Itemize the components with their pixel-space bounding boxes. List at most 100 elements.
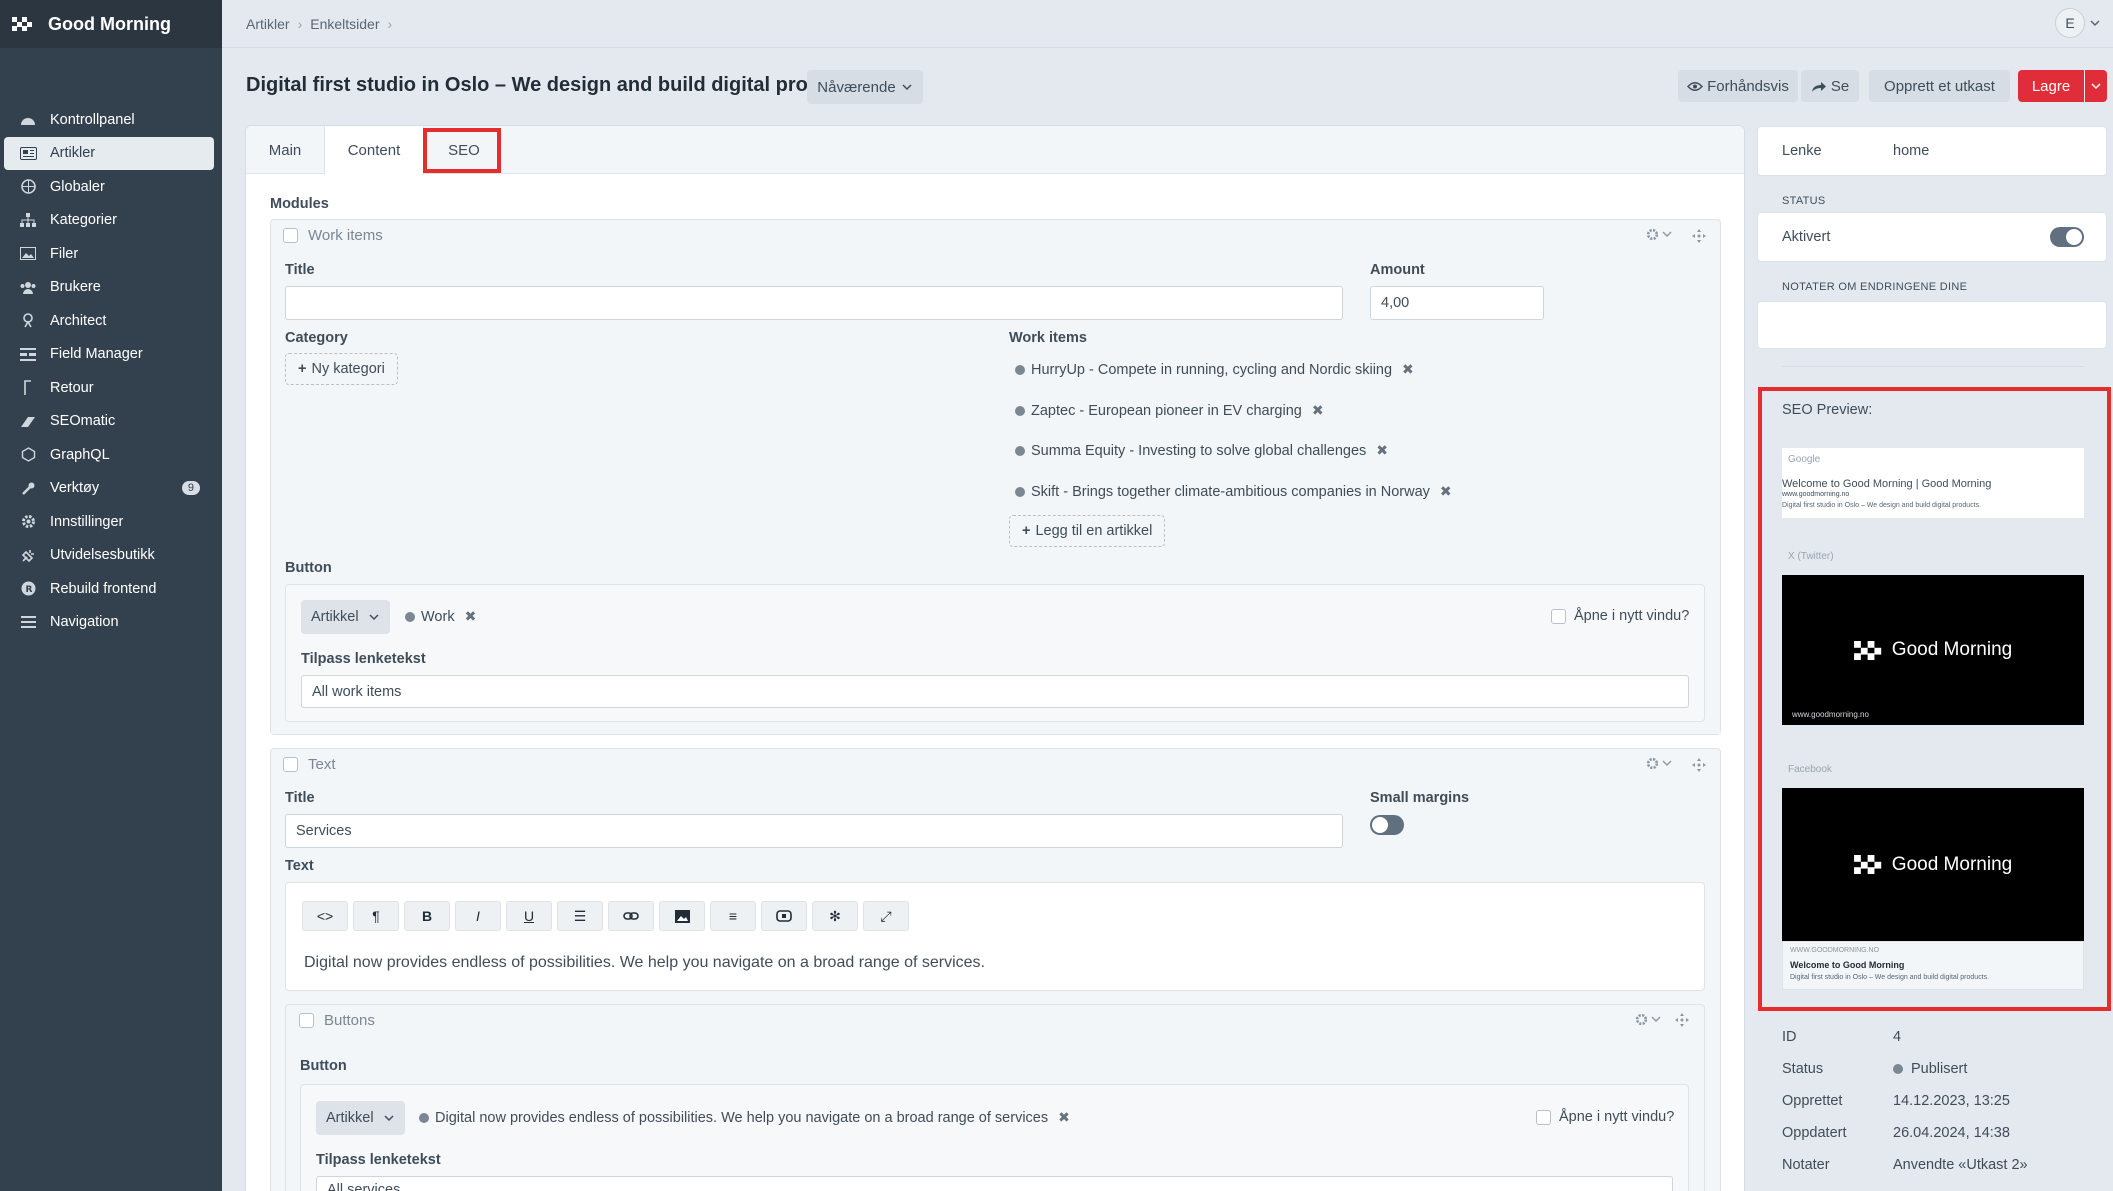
custom-text-input[interactable]: All services [316,1176,1673,1191]
meta-notes-value: Anvendte «Utkast 2» [1893,1157,2028,1173]
sidebar-item-innstillinger[interactable]: Innstillinger [4,505,214,539]
preview-label: Forhåndsvis [1707,77,1789,95]
save-options-button[interactable] [2085,70,2107,102]
modules-label: Modules [270,196,329,212]
save-button[interactable]: Lagre [2018,70,2084,102]
view-button[interactable]: Se [1801,70,1859,102]
sidebar-item-graphql[interactable]: GraphQL [4,438,214,472]
sidebar-item-navigation[interactable]: Navigation [4,606,214,640]
rich-text-body[interactable]: Digital now provides endless of possibil… [304,954,985,972]
remove-icon[interactable]: ✖ [1376,442,1388,459]
list-icon[interactable]: ☰ [557,901,603,931]
fullscreen-icon[interactable]: ⤢ [863,901,909,931]
remove-icon[interactable]: ✖ [465,608,477,625]
block-header: Text [283,749,336,779]
status-text: Publisert [1911,1061,1968,1077]
code-icon[interactable]: <> [302,901,348,931]
seo-tab-highlight [423,128,501,173]
link-type-select[interactable]: Artikkel [301,600,390,634]
new-window-checkbox[interactable] [1551,608,1566,624]
create-draft-button[interactable]: Opprett et utkast [1869,70,2010,102]
add-article-button[interactable]: + Legg til en artikkel [1009,515,1166,547]
new-window-option[interactable]: Åpne i nytt vindu? [1536,1109,1674,1125]
revision-select[interactable]: Nåværende [807,70,923,104]
notes-textarea[interactable] [1757,301,2107,349]
sidebar-item-seomatic[interactable]: SEOmatic [4,405,214,439]
underline-icon[interactable]: U [506,901,552,931]
seo-preview-highlight [1758,387,2111,1011]
sidebar-item-verktoy[interactable]: Verktøy 9 [4,472,214,506]
related-entry[interactable]: Skift - Brings together climate-ambitiou… [1015,483,1452,500]
amount-input[interactable]: 4,00 [1370,286,1544,320]
related-entry[interactable]: Summa Equity - Investing to solve global… [1015,442,1388,459]
link-type-select[interactable]: Artikkel [316,1101,405,1135]
enabled-toggle[interactable] [2050,227,2084,247]
sidebar-item-field-manager[interactable]: Field Manager [4,338,214,372]
select-checkbox[interactable] [283,756,298,772]
new-window-checkbox[interactable] [1536,1109,1551,1125]
small-margins-toggle[interactable] [1370,815,1404,835]
linked-entry[interactable]: Work ✖ [405,608,476,625]
block-header: Buttons [299,1005,375,1035]
remove-icon[interactable]: ✖ [1402,361,1414,378]
asterisk-icon[interactable]: ✻ [812,901,858,931]
sidebar-item-rebuild-frontend[interactable]: R Rebuild frontend [4,572,214,606]
rich-text-editor[interactable] [285,882,1705,991]
chevron-down-icon [2091,82,2101,89]
tab-content[interactable]: Content [324,126,424,175]
image-icon[interactable] [659,901,705,931]
title-input[interactable]: Services [285,814,1343,848]
link-value[interactable]: home [1893,143,1929,159]
link-icon[interactable] [608,901,654,931]
preview-button[interactable]: Forhåndsvis [1678,70,1798,102]
sidebar-item-label: Navigation [50,614,119,631]
sidebar-item-brukere[interactable]: Brukere [4,271,214,305]
custom-text-input[interactable]: All work items [301,675,1689,708]
paragraph-icon[interactable]: ¶ [353,901,399,931]
save-label: Lagre [2031,77,2071,95]
sidebar-item-retour[interactable]: Retour [4,371,214,405]
select-checkbox[interactable] [299,1012,314,1028]
sidebar-item-label: Verktøy [50,480,100,497]
align-icon[interactable]: ≡ [710,901,756,931]
title-input[interactable] [285,286,1343,320]
plus-icon: + [1022,523,1031,539]
sidebar-item-kontrollpanel[interactable]: Kontrollpanel [4,103,214,137]
sidebar-item-utvidelsesbutikk[interactable]: Utvidelsesbutikk [4,539,214,573]
chevron-down-icon [2090,20,2100,27]
remove-icon[interactable]: ✖ [1312,402,1324,419]
sidebar-item-filer[interactable]: Filer [4,237,214,271]
enabled-label: Aktivert [1782,229,1831,245]
remove-icon[interactable]: ✖ [1440,483,1452,500]
brand[interactable]: Good Morning [0,0,222,48]
sidebar-item-artikler[interactable]: Artikler [4,136,214,170]
user-menu[interactable]: E [2055,8,2101,38]
new-category-button[interactable]: + Ny kategori [285,353,398,385]
new-window-option[interactable]: Åpne i nytt vindu? [1551,608,1689,624]
move-icon[interactable] [1692,229,1706,243]
italic-icon[interactable]: I [455,901,501,931]
tab-main[interactable]: Main [246,126,324,174]
sidebar-item-label: Kontrollpanel [50,111,135,128]
entry-title: Zaptec - European pioneer in EV charging [1031,402,1302,419]
move-icon[interactable] [1675,1013,1689,1027]
related-entry[interactable]: HurryUp - Compete in running, cycling an… [1015,361,1414,378]
sidebar-item-kategorier[interactable]: Kategorier [4,204,214,238]
move-icon[interactable] [1692,758,1706,772]
related-entry[interactable]: Zaptec - European pioneer in EV charging… [1015,402,1324,419]
breadcrumb-artikler[interactable]: Artikler [246,16,290,32]
bold-icon[interactable]: B [404,901,450,931]
sidebar-item-globaler[interactable]: Globaler [4,170,214,204]
sidebar-item-architect[interactable]: Architect [4,304,214,338]
block-settings[interactable] [1646,757,1672,770]
linked-entry[interactable]: Digital now provides endless of possibil… [419,1109,1070,1126]
block-settings[interactable] [1635,1013,1661,1026]
breadcrumb-enkeltsider[interactable]: Enkeltsider [310,16,379,32]
block-settings[interactable] [1646,228,1672,241]
remove-icon[interactable]: ✖ [1058,1109,1070,1126]
architect-icon [18,312,38,330]
button-field [300,1084,1689,1191]
embed-icon[interactable] [761,901,807,931]
select-checkbox[interactable] [283,227,298,243]
amount-label: Amount [1370,262,1425,278]
